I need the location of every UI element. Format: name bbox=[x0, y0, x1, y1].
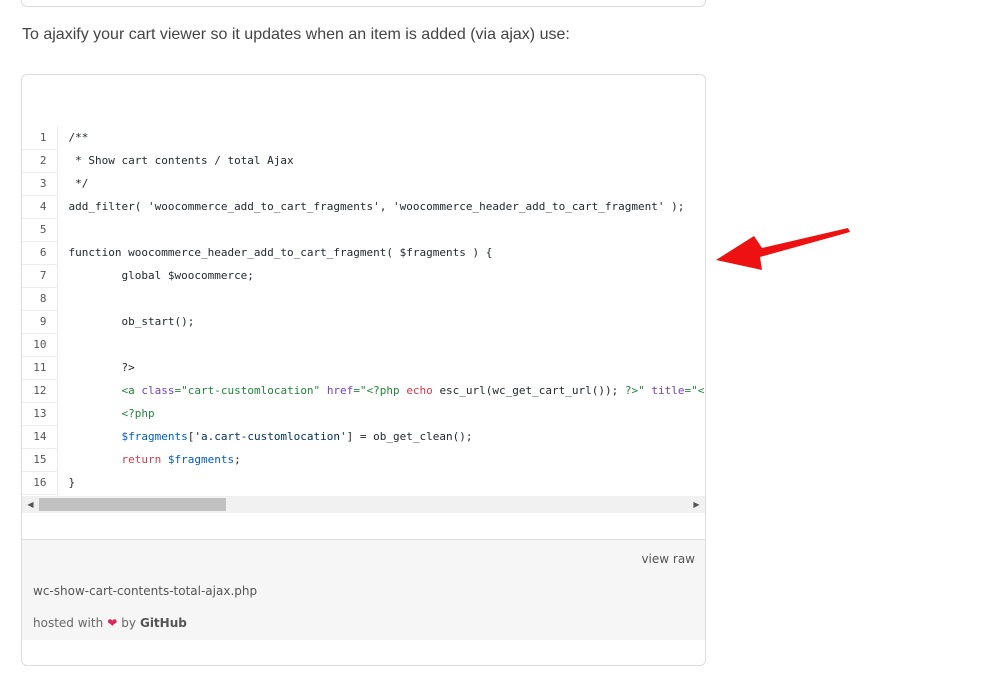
line-number: 2 bbox=[22, 149, 58, 173]
code-token: esc_url(wc_get_cart_url()); bbox=[439, 384, 625, 397]
code-token: class bbox=[141, 384, 175, 397]
line-code: * Show cart contents / total Ajax bbox=[57, 149, 705, 172]
line-number: 11 bbox=[22, 356, 58, 380]
line-code bbox=[57, 333, 705, 356]
code-token: ?> bbox=[68, 361, 135, 374]
code-token: */ bbox=[68, 177, 89, 190]
line-code: <?php bbox=[57, 402, 705, 425]
code-token: ; bbox=[234, 453, 241, 466]
code-token: =" bbox=[353, 384, 367, 397]
line-code: add_filter( 'woocommerce_add_to_cart_fra… bbox=[57, 195, 705, 218]
line-code: ?> bbox=[57, 356, 705, 379]
line-number: 3 bbox=[22, 172, 58, 196]
code-line: 3 */ bbox=[22, 172, 705, 196]
line-number: 14 bbox=[22, 425, 58, 449]
line-number: 12 bbox=[22, 379, 58, 403]
code-line: 12 <a class="cart-customlocation" href="… bbox=[22, 379, 705, 403]
code-token: ="cart-customlocation" bbox=[174, 384, 327, 397]
code-token: ="<? bbox=[684, 384, 706, 397]
code-token: href bbox=[326, 384, 354, 397]
scroll-right-icon[interactable]: ▶ bbox=[688, 496, 705, 513]
code-token: <?php bbox=[121, 407, 155, 420]
code-token: " bbox=[638, 384, 652, 397]
gist-embed: 1/** 2 * Show cart contents / total Ajax 3… bbox=[21, 74, 706, 666]
red-arrow-icon bbox=[716, 228, 850, 270]
scroll-left-icon[interactable]: ◀ bbox=[22, 496, 39, 513]
line-number: 13 bbox=[22, 402, 58, 426]
github-link[interactable]: GitHub bbox=[140, 616, 187, 630]
line-number: 1 bbox=[22, 126, 58, 150]
line-code: function woocommerce_header_add_to_cart_… bbox=[57, 241, 705, 264]
intro-text: To ajaxify your cart viewer so it update… bbox=[22, 26, 570, 43]
code-token: echo bbox=[406, 384, 440, 397]
previous-content-box bbox=[21, 0, 706, 7]
gist-filename-link[interactable]: wc-show-cart-contents-total-ajax.php bbox=[33, 584, 257, 598]
line-code bbox=[57, 287, 705, 310]
code-line: 16} bbox=[22, 471, 705, 495]
line-code: <a class="cart-customlocation" href="<?p… bbox=[57, 379, 705, 402]
code-token: /** bbox=[68, 131, 89, 144]
line-code bbox=[57, 218, 705, 241]
code-line: 11 ?> bbox=[22, 356, 705, 380]
code-line: 9 ob_start(); bbox=[22, 310, 705, 334]
hosted-with-line: hosted with ❤ by GitHub bbox=[33, 616, 187, 630]
line-number: 8 bbox=[22, 287, 58, 311]
gist-meta: view raw wc-show-cart-contents-total-aja… bbox=[22, 539, 705, 640]
code-token: * Show cart contents / total Ajax bbox=[68, 154, 294, 167]
code-token: return bbox=[121, 453, 168, 466]
line-code: */ bbox=[57, 172, 705, 195]
scrollbar-thumb[interactable] bbox=[39, 498, 226, 511]
line-number: 15 bbox=[22, 448, 58, 472]
code-line: 10 bbox=[22, 333, 705, 357]
code-line: 15 return $fragments; bbox=[22, 448, 705, 472]
line-code: global $woocommerce; bbox=[57, 264, 705, 287]
horizontal-scrollbar[interactable]: ◀ ▶ bbox=[22, 496, 705, 513]
code-token: <?php bbox=[366, 384, 407, 397]
code-line: 6 function woocommerce_header_add_to_cart… bbox=[22, 241, 705, 265]
code-line: 4 add_filter( 'woocommerce_add_to_cart_fr… bbox=[22, 195, 705, 219]
hosted-by: by bbox=[121, 616, 136, 630]
line-number: 4 bbox=[22, 195, 58, 219]
code-token: ?> bbox=[624, 384, 639, 397]
code-token: ob_start(); bbox=[68, 315, 195, 328]
line-number: 6 bbox=[22, 241, 58, 265]
code-line: 7 global $woocommerce; bbox=[22, 264, 705, 288]
code-line: 13 <?php bbox=[22, 402, 705, 426]
line-number: 5 bbox=[22, 218, 58, 242]
code-viewer: 1/** 2 * Show cart contents / total Ajax 3… bbox=[22, 126, 705, 497]
hosted-prefix: hosted with bbox=[33, 616, 104, 630]
code-token: global $woocommerce; bbox=[68, 269, 254, 282]
code-line: 14 $fragments['a.cart-customlocation'] =… bbox=[22, 425, 705, 449]
code-line: 8 bbox=[22, 287, 705, 311]
line-number: 16 bbox=[22, 471, 58, 495]
code-token: title bbox=[651, 384, 685, 397]
code-line: 5 bbox=[22, 218, 705, 242]
code-token: 'a.cart-customlocation' bbox=[194, 430, 347, 443]
line-number: 7 bbox=[22, 264, 58, 288]
line-code: return $fragments; bbox=[57, 448, 705, 471]
line-number: 9 bbox=[22, 310, 58, 334]
code-token: } bbox=[68, 476, 76, 489]
code-token: $fragments bbox=[167, 453, 235, 466]
view-raw-link[interactable]: view raw bbox=[641, 552, 695, 566]
code-token: <a bbox=[121, 384, 142, 397]
code-line: 1 /** bbox=[22, 126, 705, 150]
red-arrow-shape bbox=[716, 228, 850, 270]
line-code: $fragments['a.cart-customlocation'] = ob… bbox=[57, 425, 705, 448]
line-code: } bbox=[57, 471, 705, 494]
heart-icon: ❤ bbox=[107, 616, 118, 630]
line-number: 10 bbox=[22, 333, 58, 357]
code-line: 2 * Show cart contents / total Ajax bbox=[22, 149, 705, 173]
code-token: $fragments bbox=[121, 430, 188, 443]
code-token: ] = ob_get_clean(); bbox=[346, 430, 473, 443]
line-code: /** bbox=[57, 126, 705, 149]
code-table: 1/** 2 * Show cart contents / total Ajax 3… bbox=[22, 126, 705, 495]
code-token: function woocommerce_header_add_to_cart_… bbox=[68, 246, 493, 259]
line-code: ob_start(); bbox=[57, 310, 705, 333]
code-token: add_filter( 'woocommerce_add_to_cart_fra… bbox=[68, 200, 685, 213]
